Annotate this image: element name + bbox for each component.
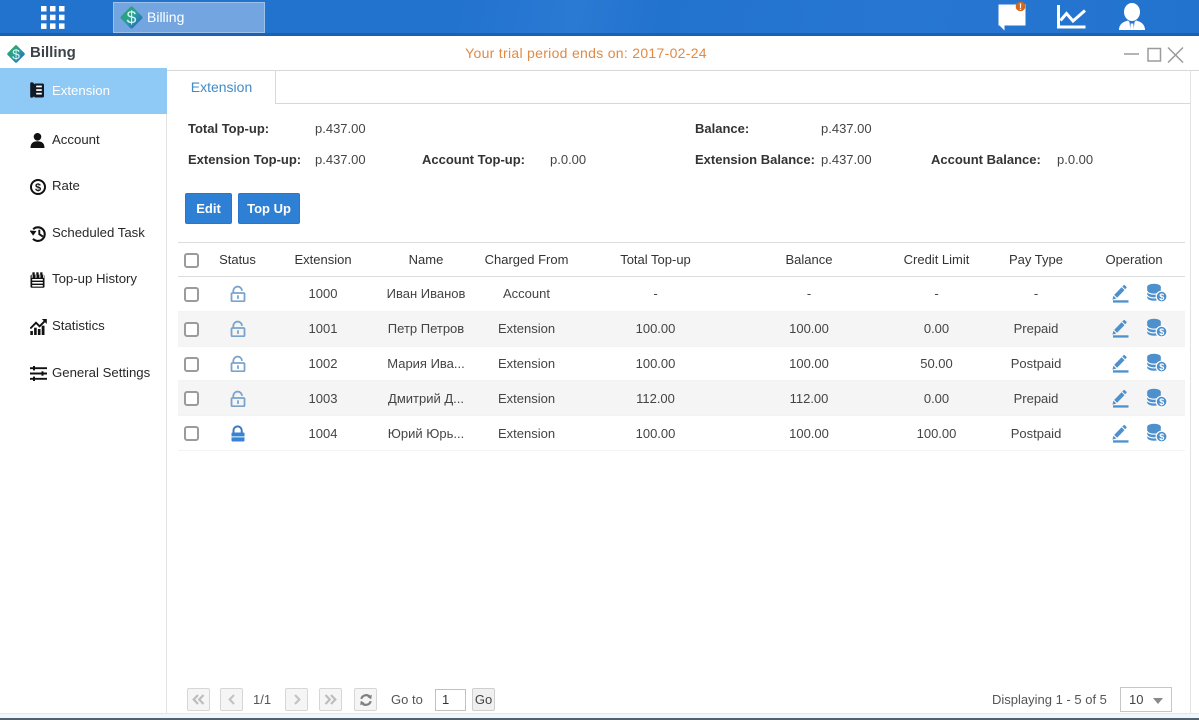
svg-text:$: $	[127, 8, 137, 28]
svg-text:$: $	[1159, 362, 1164, 372]
svg-text:$: $	[1159, 431, 1164, 441]
svg-text:$: $	[1159, 327, 1164, 337]
svg-text:!: !	[1019, 2, 1022, 12]
svg-text:$: $	[1159, 292, 1164, 302]
svg-text:$: $	[1159, 397, 1164, 407]
svg-text:$: $	[35, 182, 41, 194]
